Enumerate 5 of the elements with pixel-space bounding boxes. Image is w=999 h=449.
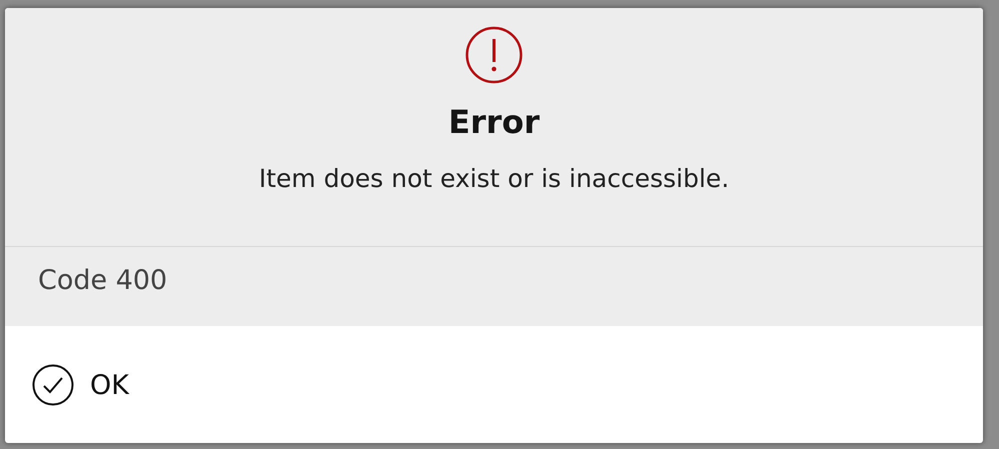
error-message: Item does not exist or is inaccessible. bbox=[258, 166, 730, 191]
dialog-title: Error bbox=[448, 106, 540, 138]
ok-button[interactable]: OK bbox=[32, 364, 129, 406]
exclamation-icon bbox=[465, 26, 523, 84]
error-code: Code 400 bbox=[38, 265, 168, 296]
